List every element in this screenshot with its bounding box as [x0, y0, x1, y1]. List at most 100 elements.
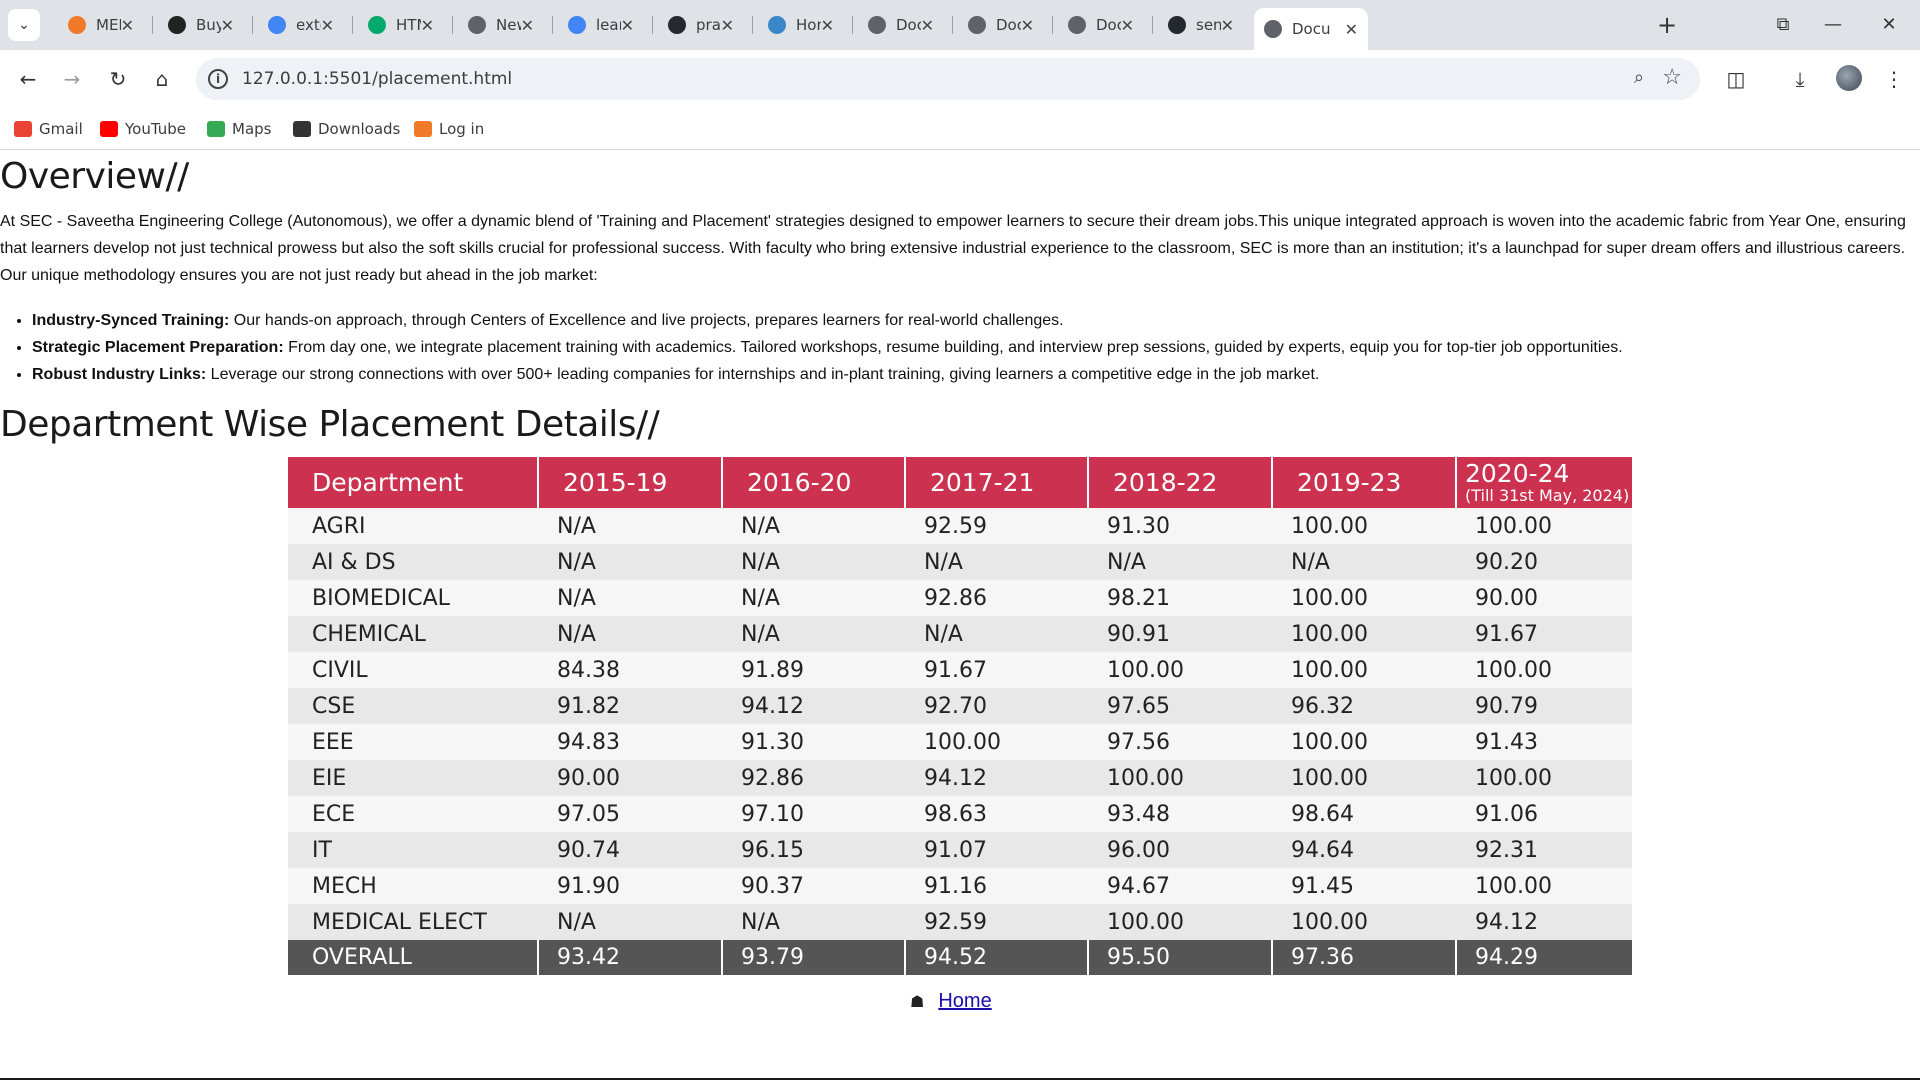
bookmark-item[interactable]: Log in — [414, 116, 484, 142]
tab-title: learn — [596, 16, 621, 34]
browser-tab[interactable]: Docu ✕ — [1254, 8, 1368, 50]
close-tab-icon[interactable]: ✕ — [721, 16, 734, 35]
bookmark-label: Gmail — [39, 120, 83, 138]
feature-item: Industry-Synced Training: Our hands-on a… — [32, 307, 1882, 334]
browser-tab[interactable]: New✕ — [458, 8, 544, 42]
table-header-cell: 2015-19 — [539, 457, 723, 508]
browser-tab[interactable]: prad✕ — [658, 8, 744, 42]
reload-button[interactable]: ↻ — [102, 63, 134, 95]
placement-value-cell: N/A — [557, 621, 596, 647]
menu-button[interactable]: ⋮ — [1878, 63, 1910, 95]
placement-value-cell: N/A — [741, 513, 780, 539]
placement-value-cell: 98.63 — [924, 801, 987, 827]
overall-value-cell: 94.29 — [1475, 945, 1538, 970]
bookmark-item[interactable]: Downloads — [293, 116, 400, 142]
placement-value-cell: 100.00 — [1291, 513, 1368, 539]
back-button[interactable]: ← — [12, 63, 44, 95]
placement-value-cell: 90.79 — [1475, 693, 1538, 719]
table-row: CIVIL 84.38 91.89 91.67 100.00 100.00 100.00 — [288, 652, 1632, 688]
bookmark-label: Log in — [439, 120, 485, 138]
plus-icon: + — [1656, 11, 1678, 39]
placement-value-cell: 100.00 — [1475, 873, 1552, 899]
close-tab-icon[interactable]: ✕ — [621, 16, 634, 35]
extensions-button[interactable]: ◫ — [1720, 63, 1752, 95]
department-cell: CHEMICAL — [312, 621, 426, 647]
forward-button[interactable]: → — [56, 63, 88, 95]
table-header-cell: Department — [288, 457, 539, 508]
placement-value-cell: 91.90 — [557, 873, 620, 899]
browser-tab[interactable]: HTM✕ — [358, 8, 444, 42]
profile-avatar[interactable] — [1836, 65, 1862, 91]
intro-paragraph: At SEC - Saveetha Engineering College (A… — [0, 213, 1906, 284]
tab-separator — [952, 16, 953, 34]
placement-value-cell: 92.59 — [924, 909, 987, 935]
address-bar[interactable]: i 127.0.0.1:5501/placement.html ⌕ ☆ — [196, 58, 1700, 100]
bookmark-star-icon[interactable]: ☆ — [1662, 65, 1682, 90]
minimize-button[interactable]: — — [1810, 8, 1856, 40]
browser-tab[interactable]: Buy D✕ — [158, 8, 244, 42]
home-link[interactable]: Home — [938, 990, 991, 1013]
placement-value-cell: 91.06 — [1475, 801, 1538, 827]
placement-value-cell: 84.38 — [557, 657, 620, 683]
tab-title: prad — [696, 16, 721, 34]
browser-tab[interactable]: senth✕ — [1158, 8, 1244, 42]
placement-value-cell: 94.67 — [1107, 873, 1170, 899]
browser-tab[interactable]: learn✕ — [558, 8, 644, 42]
close-tab-icon[interactable]: ✕ — [521, 16, 534, 35]
placement-value-cell: 98.21 — [1107, 585, 1170, 611]
placement-value-cell: 92.59 — [924, 513, 987, 539]
tab-search-button[interactable]: ⌄ — [8, 9, 40, 41]
table-body: AGRI N/A N/A 92.59 91.30 100.00 100.00 AI & DS N… — [288, 508, 1632, 940]
bookmark-item[interactable]: Maps — [207, 116, 271, 142]
placement-value-cell: 91.67 — [1475, 621, 1538, 647]
home-button[interactable]: ⌂ — [146, 63, 178, 95]
close-tab-icon[interactable]: ✕ — [421, 16, 434, 35]
zoom-icon[interactable]: ⌕ — [1634, 67, 1644, 88]
bookmark-item[interactable]: Gmail — [14, 116, 83, 142]
site-info-icon[interactable]: i — [208, 69, 228, 89]
close-tab-icon[interactable]: ✕ — [221, 16, 234, 35]
browser-tab[interactable]: MER✕ — [58, 8, 144, 42]
close-tab-icon[interactable]: ✕ — [1121, 16, 1134, 35]
close-tab-icon[interactable]: ✕ — [821, 16, 834, 35]
url-text[interactable]: 127.0.0.1:5501/placement.html — [242, 69, 512, 89]
w3schools-icon — [368, 16, 386, 34]
google-icon — [268, 16, 286, 34]
restore-button[interactable]: ⧉ — [1760, 8, 1806, 40]
department-cell: CIVIL — [312, 657, 368, 683]
close-tab-icon[interactable]: ✕ — [921, 16, 934, 35]
browser-tab[interactable]: Docu✕ — [858, 8, 944, 42]
globe-icon — [1264, 20, 1282, 38]
placement-value-cell: 93.48 — [1107, 801, 1170, 827]
bookmark-item[interactable]: YouTube — [100, 116, 186, 142]
tab-separator — [852, 16, 853, 34]
placement-value-cell: 91.30 — [1107, 513, 1170, 539]
close-tab-icon[interactable]: ✕ — [1021, 16, 1034, 35]
browser-tab[interactable]: Hom✕ — [758, 8, 844, 42]
browser-tab[interactable]: Docu✕ — [1058, 8, 1144, 42]
tab-title: Docu — [896, 16, 921, 34]
placement-value-cell: 94.83 — [557, 729, 620, 755]
placement-value-cell: 100.00 — [1291, 909, 1368, 935]
placement-value-cell: 100.00 — [1291, 729, 1368, 755]
close-tab-icon[interactable]: ✕ — [321, 16, 334, 35]
close-tab-icon[interactable]: ✕ — [1345, 20, 1358, 39]
browser-tab[interactable]: Docu✕ — [958, 8, 1044, 42]
tab-title: Docu — [1292, 20, 1331, 38]
placement-value-cell: N/A — [1291, 549, 1330, 575]
close-tab-icon[interactable]: ✕ — [121, 16, 134, 35]
placement-value-cell: 92.70 — [924, 693, 987, 719]
tab-title: Hom — [796, 16, 821, 34]
chrome-icon — [468, 16, 486, 34]
close-tab-icon[interactable]: ✕ — [1221, 16, 1234, 35]
table-row: BIOMEDICAL N/A N/A 92.86 98.21 100.00 90.00 — [288, 580, 1632, 616]
close-window-button[interactable]: ✕ — [1866, 8, 1912, 40]
table-footer-row: OVERALL 93.42 93.79 94.52 95.50 97.36 94.29 — [288, 940, 1632, 975]
bookmark-label: Maps — [232, 120, 272, 138]
overview-heading: Overview// — [0, 156, 189, 197]
home-icon: ☗ — [910, 993, 925, 1011]
new-tab-button[interactable]: + — [1652, 10, 1682, 40]
placement-value-cell: N/A — [741, 549, 780, 575]
browser-tab[interactable]: exter✕ — [258, 8, 344, 42]
downloads-button[interactable]: ⤓ — [1784, 63, 1816, 95]
